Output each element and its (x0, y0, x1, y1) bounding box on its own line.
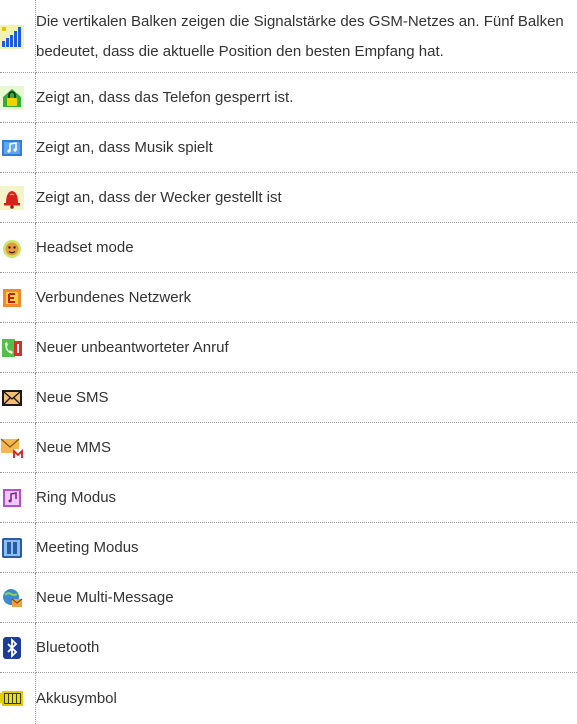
ring-mode-icon (0, 486, 24, 510)
icon-description: Zeigt an, dass das Telefon gesperrt ist. (36, 73, 577, 123)
sms-envelope-icon (0, 386, 24, 410)
icon-description: Verbundenes Netzwerk (36, 273, 577, 323)
table-row: Headset mode (0, 223, 577, 273)
icon-description: Neue MMS (36, 423, 577, 473)
table-row: Neue Multi-Message (0, 573, 577, 623)
icon-description: Ring Modus (36, 473, 577, 523)
icon-description: Neue SMS (36, 373, 577, 423)
table-row: Zeigt an, dass Musik spielt (0, 123, 577, 173)
missed-call-icon (0, 336, 24, 360)
icon-description: Bluetooth (36, 623, 577, 673)
table-row: Neue MMS (0, 423, 577, 473)
bluetooth-icon (0, 636, 24, 660)
music-icon (0, 136, 24, 160)
table-row: Zeigt an, dass der Wecker gestellt ist (0, 173, 577, 223)
table-row: Zeigt an, dass das Telefon gesperrt ist. (0, 73, 577, 123)
table-row: Bluetooth (0, 623, 577, 673)
icon-description: Zeigt an, dass der Wecker gestellt ist (36, 173, 577, 223)
icon-description: Neue Multi-Message (36, 573, 577, 623)
table-row: Ring Modus (0, 473, 577, 523)
network-e-icon (0, 286, 24, 310)
table-row: Neuer unbeantworteter Anruf (0, 323, 577, 373)
headset-icon (0, 236, 24, 260)
mms-envelope-icon (0, 436, 24, 460)
table-row: Die vertikalen Balken zeigen die Signals… (0, 0, 577, 73)
icon-description: Meeting Modus (36, 523, 577, 573)
table-row: Neue SMS (0, 373, 577, 423)
icon-description: Akkusymbol (36, 673, 577, 724)
table-row: Verbundenes Netzwerk (0, 273, 577, 323)
status-icon-table: Die vertikalen Balken zeigen die Signals… (0, 0, 577, 724)
meeting-mode-icon (0, 536, 24, 560)
signal-strength-icon (0, 25, 24, 49)
icon-description: Die vertikalen Balken zeigen die Signals… (36, 0, 577, 73)
icon-description: Neuer unbeantworteter Anruf (36, 323, 577, 373)
icon-description: Zeigt an, dass Musik spielt (36, 123, 577, 173)
table-row: Meeting Modus (0, 523, 577, 573)
icon-description: Headset mode (36, 223, 577, 273)
table-row: Akkusymbol (0, 673, 577, 724)
lock-icon (0, 86, 24, 110)
alarm-bell-icon (0, 186, 24, 210)
multi-message-icon (0, 586, 24, 610)
